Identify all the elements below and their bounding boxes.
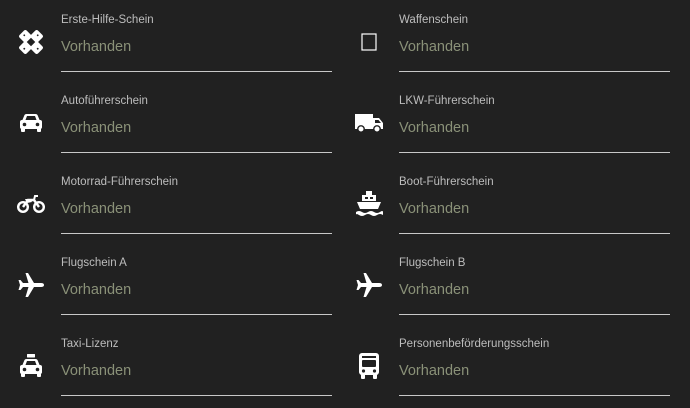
license-label: Waffenschein — [399, 14, 469, 26]
airplane-icon — [16, 270, 46, 300]
license-label: Taxi-Lizenz — [61, 338, 119, 350]
license-item-flugschein-b[interactable]: Flugschein B Vorhanden — [338, 243, 670, 324]
ship-icon — [354, 189, 384, 219]
license-label: Motorrad-Führerschein — [61, 176, 178, 188]
license-label: Flugschein B — [399, 257, 466, 269]
motorcycle-icon — [16, 189, 46, 219]
field-underline — [399, 71, 670, 72]
bus-icon — [354, 351, 384, 381]
license-item-motorrad[interactable]: Motorrad-Führerschein Vorhanden — [0, 162, 332, 243]
license-label: Autoführerschein — [61, 95, 148, 107]
license-item-waffenschein[interactable]: Waffenschein Vorhanden — [338, 0, 670, 81]
license-label: Flugschein A — [61, 257, 127, 269]
license-label: Boot-Führerschein — [399, 176, 494, 188]
license-label: Erste-Hilfe-Schein — [61, 14, 154, 26]
field-underline — [61, 233, 332, 234]
license-label: LKW-Führerschein — [399, 95, 495, 107]
license-label: Personenbeförderungsschein — [399, 338, 550, 350]
license-value[interactable]: Vorhanden — [399, 39, 469, 55]
field-underline — [61, 152, 332, 153]
field-underline — [61, 71, 332, 72]
license-value[interactable]: Vorhanden — [61, 282, 131, 298]
placeholder-box-icon — [354, 27, 384, 57]
license-value[interactable]: Vorhanden — [61, 201, 131, 217]
field-underline — [399, 314, 670, 315]
license-item-boot[interactable]: Boot-Führerschein Vorhanden — [338, 162, 670, 243]
field-underline — [61, 395, 332, 396]
license-value[interactable]: Vorhanden — [61, 39, 131, 55]
license-item-erste-hilfe[interactable]: Erste-Hilfe-Schein Vorhanden — [0, 0, 332, 81]
field-underline — [399, 233, 670, 234]
license-value[interactable]: Vorhanden — [61, 363, 131, 379]
truck-icon — [354, 108, 384, 138]
first-aid-icon — [16, 27, 46, 57]
field-underline — [399, 395, 670, 396]
license-item-lkw[interactable]: LKW-Führerschein Vorhanden — [338, 81, 670, 162]
license-item-taxi[interactable]: Taxi-Lizenz Vorhanden — [0, 324, 332, 405]
license-item-auto[interactable]: Autoführerschein Vorhanden — [0, 81, 332, 162]
license-item-flugschein-a[interactable]: Flugschein A Vorhanden — [0, 243, 332, 324]
car-icon — [16, 108, 46, 138]
license-item-personenbefoerderung[interactable]: Personenbeförderungsschein Vorhanden — [338, 324, 670, 405]
field-underline — [399, 152, 670, 153]
field-underline — [61, 314, 332, 315]
license-value[interactable]: Vorhanden — [399, 363, 469, 379]
license-value[interactable]: Vorhanden — [61, 120, 131, 136]
airplane-icon — [354, 270, 384, 300]
license-grid: Erste-Hilfe-Schein Vorhanden Waffenschei… — [0, 0, 690, 408]
taxi-icon — [16, 351, 46, 381]
license-value[interactable]: Vorhanden — [399, 201, 469, 217]
license-value[interactable]: Vorhanden — [399, 120, 469, 136]
license-value[interactable]: Vorhanden — [399, 282, 469, 298]
